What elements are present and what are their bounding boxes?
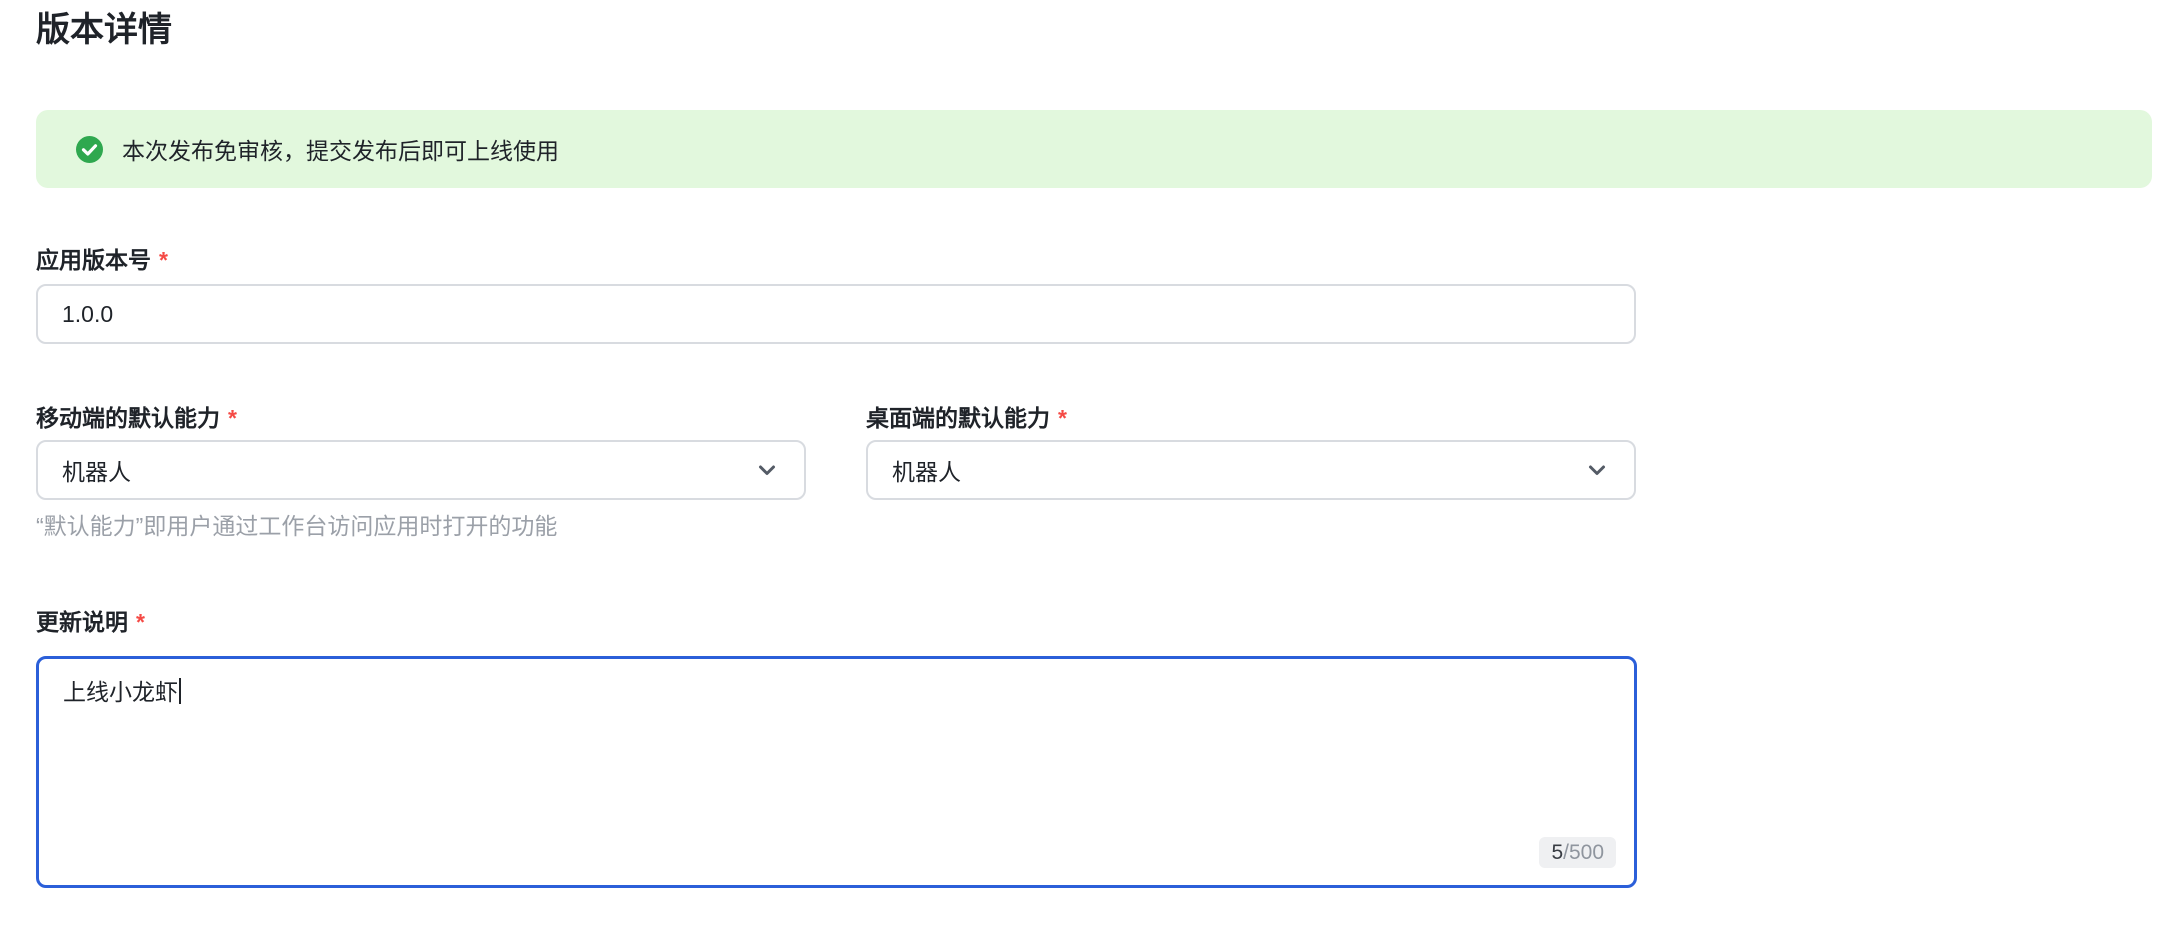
mobile-capability-select[interactable]: 机器人: [36, 440, 806, 500]
desktop-capability-label-text: 桌面端的默认能力: [866, 405, 1050, 431]
required-asterisk: *: [159, 247, 168, 273]
app-version-input[interactable]: [36, 284, 1636, 344]
required-asterisk: *: [136, 609, 145, 635]
page-title: 版本详情: [36, 10, 2152, 50]
field-desktop-capability: 桌面端的默认能力 * 机器人: [866, 404, 1636, 540]
mobile-capability-label-text: 移动端的默认能力: [36, 405, 220, 431]
char-counter-badge: 5/500: [1539, 837, 1616, 868]
app-version-label: 应用版本号 *: [36, 246, 1636, 274]
capability-row: 移动端的默认能力 * 机器人 “默认能力”即用户通过工作台访问应用时打开的功能 桌…: [36, 404, 1636, 540]
mobile-capability-label: 移动端的默认能力 *: [36, 404, 806, 432]
char-limit: /500: [1563, 841, 1604, 864]
chevron-down-icon: [754, 457, 780, 483]
app-version-label-text: 应用版本号: [36, 247, 151, 273]
desktop-capability-value: 机器人: [892, 453, 961, 487]
required-asterisk: *: [228, 405, 237, 431]
release-notes-textarea[interactable]: 上线小龙虾 5/500: [36, 656, 1637, 888]
release-notes-label: 更新说明 *: [36, 608, 1636, 636]
release-notes-text: 上线小龙虾: [63, 679, 178, 705]
desktop-capability-label: 桌面端的默认能力 *: [866, 404, 1636, 432]
text-cursor: [179, 678, 181, 704]
field-mobile-capability: 移动端的默认能力 * 机器人 “默认能力”即用户通过工作台访问应用时打开的功能: [36, 404, 806, 540]
field-release-notes: 更新说明 * 上线小龙虾 5/500: [36, 608, 1636, 888]
char-count: 5: [1551, 841, 1563, 864]
release-notes-label-text: 更新说明: [36, 609, 128, 635]
check-circle-icon: [76, 136, 103, 163]
desktop-capability-select[interactable]: 机器人: [866, 440, 1636, 500]
field-app-version: 应用版本号 *: [36, 246, 1636, 344]
mobile-capability-help: “默认能力”即用户通过工作台访问应用时打开的功能: [36, 512, 806, 540]
version-form: 应用版本号 * 移动端的默认能力 * 机器人 “默认能力”即用户通过工作台访问应用时…: [36, 246, 1636, 888]
chevron-down-icon: [1584, 457, 1610, 483]
success-banner: 本次发布免审核，提交发布后即可上线使用: [36, 110, 2152, 188]
banner-text: 本次发布免审核，提交发布后即可上线使用: [122, 132, 559, 166]
version-details-page: 版本详情 本次发布免审核，提交发布后即可上线使用 应用版本号 * 移动端的默认能力…: [0, 0, 2172, 888]
mobile-capability-value: 机器人: [62, 453, 131, 487]
required-asterisk: *: [1058, 405, 1067, 431]
